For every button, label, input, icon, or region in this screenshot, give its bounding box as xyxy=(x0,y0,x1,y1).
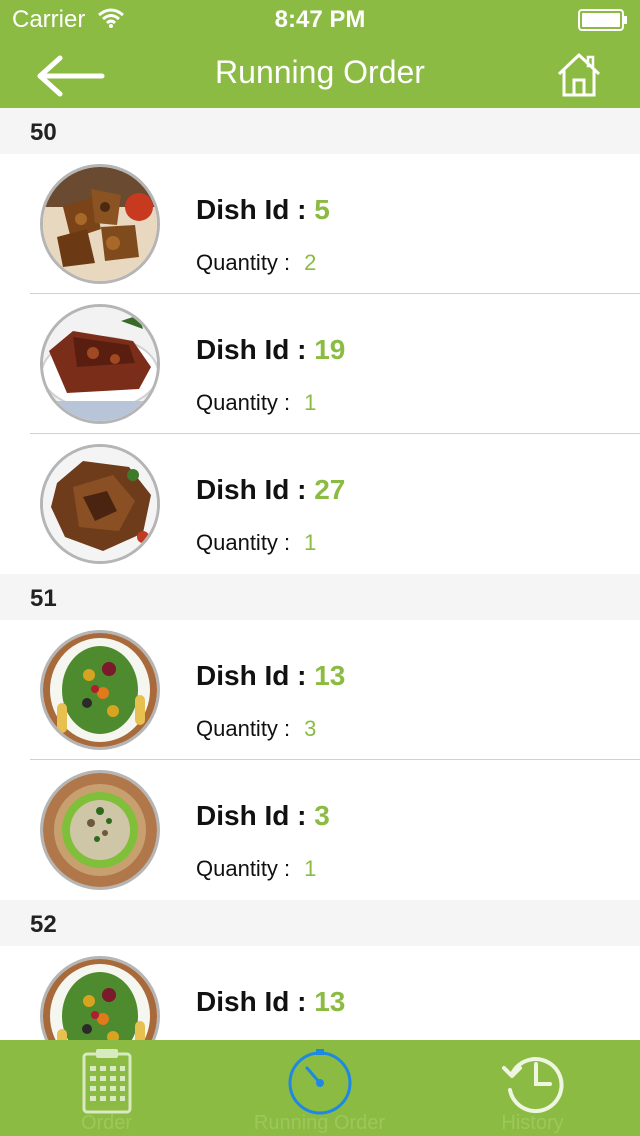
quantity-text: Quantity : 2 xyxy=(196,250,316,276)
quantity-value: 1 xyxy=(304,390,317,415)
tab-order[interactable]: Order xyxy=(0,1040,213,1136)
tab-history[interactable]: History xyxy=(426,1040,639,1136)
tab-running-order-label: Running Order xyxy=(253,1112,386,1134)
page-title: Running Order xyxy=(215,54,425,90)
quantity-label: Quantity : xyxy=(196,250,291,275)
quantity-value: 2 xyxy=(304,250,317,275)
running-order-list[interactable]: 50 Dish Id : 5 Quantity : 2 Dish Id: 19 … xyxy=(0,108,640,1040)
order-item-row[interactable]: Dish Id : 19 Quantity : 1 xyxy=(0,294,640,434)
status-time: 8:47 PM xyxy=(274,6,366,33)
table-header: 51 xyxy=(0,574,640,620)
quantity-value: 3 xyxy=(304,716,317,741)
dish-id-text: Dish Id : 13 xyxy=(196,986,345,1018)
quantity-label: Quantity : xyxy=(196,856,291,881)
dish-id-value: 27 xyxy=(314,474,346,505)
dish-image xyxy=(40,956,160,1040)
quantity-text: Quantity : 1 xyxy=(196,390,316,416)
home-icon xyxy=(557,53,601,97)
order-item-row[interactable]: Dish Id : 3 Quantity : 1 xyxy=(0,760,640,900)
home-button[interactable] xyxy=(556,52,602,98)
dish-image xyxy=(40,444,160,564)
navigation-bar: Running Order xyxy=(0,40,640,108)
dish-id-value: 13 xyxy=(314,660,346,691)
quantity-text: Quantity : 1 xyxy=(196,856,316,882)
dish-id-label: Dish Id : xyxy=(196,800,307,831)
quantity-label: Quantity : xyxy=(196,530,291,555)
dish-id-label: Dish Id : xyxy=(196,334,307,365)
status-bar: Carrier 8:47 PM xyxy=(0,0,640,40)
dish-id-value: 13 xyxy=(314,986,346,1017)
tab-order-label: Order xyxy=(80,1112,133,1134)
dish-id-value: 3 xyxy=(314,800,330,831)
dish-image xyxy=(40,304,160,424)
dish-id-label: Dish Id : xyxy=(196,986,307,1017)
quantity-label: Quantity : xyxy=(196,390,291,415)
dish-id-label: Dish Id : xyxy=(196,660,307,691)
dish-id-text: Dish Id : 19 xyxy=(196,334,345,366)
stopwatch-icon xyxy=(288,1049,351,1115)
quantity-label: Quantity : xyxy=(196,716,291,741)
table-header: 52 xyxy=(0,900,640,946)
quantity-text: Quantity : 1 xyxy=(196,530,316,556)
order-item-row[interactable]: Dish Id : 13 Quantity : 3 xyxy=(0,620,640,760)
dish-id-label: Dish Id : xyxy=(196,194,307,225)
dish-id-value: 19 xyxy=(314,334,346,365)
order-item-row[interactable]: Dish Id : 13 xyxy=(0,946,640,1040)
battery-icon xyxy=(578,9,628,36)
table-header: 50 xyxy=(0,108,640,154)
quantity-value: 1 xyxy=(304,856,317,881)
clipboard-icon xyxy=(82,1049,131,1114)
dish-image xyxy=(40,770,160,890)
dish-id-text: Dish Id : 3 xyxy=(196,800,330,832)
dish-id-value: 5 xyxy=(314,194,330,225)
tab-bar: Order Running Order History xyxy=(0,1040,640,1136)
dish-id-text: Dish Id : 27 xyxy=(196,474,345,506)
order-item-row[interactable]: Dish Id : 5 Quantity : 2 xyxy=(0,154,640,294)
history-clock-icon xyxy=(501,1057,564,1113)
tab-history-label: History xyxy=(501,1112,564,1134)
dish-image xyxy=(40,630,160,750)
dish-id-text: Dish Id : 5 xyxy=(196,194,330,226)
dish-image xyxy=(40,164,160,284)
quantity-value: 1 xyxy=(304,530,317,555)
quantity-text: Quantity : 3 xyxy=(196,716,316,742)
dish-id-text: Dish Id : 13 xyxy=(196,660,345,692)
tab-running-order[interactable]: Running Order xyxy=(213,1040,426,1136)
dish-id-label: Dish Id : xyxy=(196,474,307,505)
order-item-row[interactable]: Dish Id : 27 Quantity : 1 xyxy=(0,434,640,574)
